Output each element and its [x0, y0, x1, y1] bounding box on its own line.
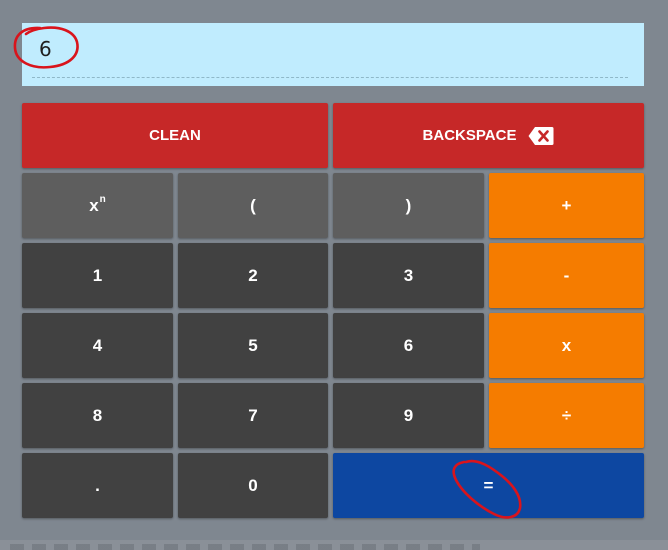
page-footer-blur: [10, 544, 480, 550]
power-label: xn: [89, 193, 106, 215]
display-value: 6: [39, 37, 52, 61]
digit-4-label: 4: [92, 335, 103, 355]
multiply-label: x: [561, 335, 572, 355]
digit-0-label: 0: [248, 475, 258, 495]
multiply-button[interactable]: x: [489, 313, 644, 378]
close-paren-button[interactable]: ): [333, 173, 484, 238]
digit-2-button[interactable]: 2: [178, 243, 328, 308]
digit-1-label: 1: [92, 265, 103, 285]
open-paren-button[interactable]: (: [178, 173, 328, 238]
divide-button[interactable]: ÷: [489, 383, 644, 448]
calculator-display: 6: [22, 23, 644, 86]
digit-2-label: 2: [248, 265, 258, 285]
decimal-point-label: .: [95, 475, 100, 495]
backspace-label: BACKSPACE: [422, 127, 517, 144]
digit-4-button[interactable]: 4: [22, 313, 173, 378]
decimal-point-button[interactable]: .: [22, 453, 173, 518]
digit-6-label: 6: [403, 335, 414, 355]
digit-9-button[interactable]: 9: [333, 383, 484, 448]
equals-button[interactable]: =: [333, 453, 644, 518]
clean-label: CLEAN: [149, 127, 201, 144]
close-paren-label: ): [405, 195, 412, 215]
digit-9-label: 9: [403, 405, 414, 425]
plus-label: +: [561, 195, 572, 215]
digit-0-button[interactable]: 0: [178, 453, 328, 518]
backspace-icon: [528, 126, 554, 146]
clean-button[interactable]: CLEAN: [22, 103, 328, 168]
digit-7-label: 7: [248, 405, 258, 425]
open-paren-label: (: [250, 195, 256, 215]
digit-5-label: 5: [248, 335, 258, 355]
digit-3-label: 3: [403, 265, 414, 285]
digit-5-button[interactable]: 5: [178, 313, 328, 378]
minus-button[interactable]: -: [489, 243, 644, 308]
digit-8-label: 8: [92, 405, 103, 425]
power-button[interactable]: xn: [22, 173, 173, 238]
divide-label: ÷: [561, 405, 572, 425]
backspace-button[interactable]: BACKSPACE: [333, 103, 644, 168]
equals-label: =: [483, 475, 494, 495]
plus-button[interactable]: +: [489, 173, 644, 238]
digit-7-button[interactable]: 7: [178, 383, 328, 448]
minus-label: -: [563, 265, 570, 285]
digit-3-button[interactable]: 3: [333, 243, 484, 308]
display-underline: [32, 77, 628, 78]
digit-1-button[interactable]: 1: [22, 243, 173, 308]
digit-8-button[interactable]: 8: [22, 383, 173, 448]
digit-6-button[interactable]: 6: [333, 313, 484, 378]
